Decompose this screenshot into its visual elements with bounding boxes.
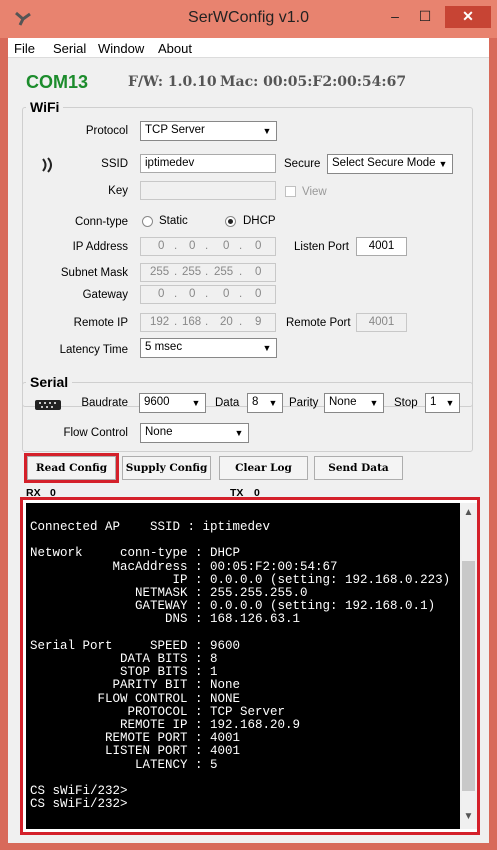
scroll-up-icon[interactable]: ▲ xyxy=(460,507,477,521)
console-line: IP : 0.0.0.0 (setting: 192.168.0.223) xyxy=(30,572,451,587)
conn-type-label: Conn-type xyxy=(74,216,128,228)
stop-bits-label: Stop xyxy=(394,397,418,409)
chevron-down-icon: ▼ xyxy=(234,428,244,438)
log-console-frame: Connected AP SSID : iptimedev Network con… xyxy=(20,497,480,835)
chevron-down-icon: ▼ xyxy=(438,159,448,169)
scroll-thumb[interactable] xyxy=(462,561,475,791)
scroll-down-icon[interactable]: ▼ xyxy=(460,811,477,825)
close-button[interactable]: ✕ xyxy=(445,6,491,28)
minimize-button[interactable]: – xyxy=(380,6,410,28)
gateway-label: Gateway xyxy=(82,289,128,301)
console-line: GATEWAY : 0.0.0.0 (setting: 192.168.0.1) xyxy=(30,599,436,614)
gateway-field[interactable]: 0. 0. 0. 0 xyxy=(140,285,276,304)
chevron-down-icon: ▼ xyxy=(369,398,379,408)
firmware-version: F/W: 1.0.10 xyxy=(128,74,217,90)
console-line: NETMASK : 255.255.255.0 xyxy=(30,586,308,600)
wifi-legend: WiFi xyxy=(26,99,64,115)
flow-control-select[interactable]: None ▼ xyxy=(140,423,249,443)
serial-port-icon xyxy=(35,400,61,410)
chevron-down-icon: ▼ xyxy=(191,398,201,408)
ssid-input[interactable]: iptimedev xyxy=(140,154,276,173)
menu-about[interactable]: About xyxy=(158,41,192,56)
remote-port-input[interactable]: 4001 xyxy=(356,313,407,332)
chevron-down-icon: ▼ xyxy=(445,398,455,408)
console-line: MacAddress : 00:05:F2:00:54:67 xyxy=(30,559,338,574)
console-line: DATA BITS : 8 xyxy=(30,652,218,666)
parity-select[interactable]: None ▼ xyxy=(324,393,384,413)
menu-bar: File Serial Window About xyxy=(8,38,489,58)
console-line: PROTOCOL : TCP Server xyxy=(30,704,286,719)
listen-port-input[interactable]: 4001 xyxy=(356,237,407,256)
key-label: Key xyxy=(108,185,128,197)
protocol-select[interactable]: TCP Server ▼ xyxy=(140,121,277,141)
console-line: FLOW CONTROL : NONE xyxy=(30,691,241,706)
baudrate-label: Baudrate xyxy=(81,397,128,409)
log-console[interactable]: Connected AP SSID : iptimedev Network con… xyxy=(26,503,460,829)
flow-control-label: Flow Control xyxy=(63,427,128,439)
app-window: SerWConfig v1.0 – ☐ ✕ File Serial Window… xyxy=(0,0,497,850)
data-bits-select[interactable]: 8 ▼ xyxy=(247,393,283,413)
chevron-down-icon: ▼ xyxy=(262,126,272,136)
subnet-mask-field[interactable]: 255. 255. 255. 0 xyxy=(140,263,276,282)
remote-port-label: Remote Port xyxy=(286,317,351,329)
console-line: Connected AP SSID : iptimedev xyxy=(30,520,271,534)
console-line: CS sWiFi/232> xyxy=(30,784,128,798)
client-area: File Serial Window About COM13 F/W: 1.0.… xyxy=(8,38,489,843)
console-line: REMOTE IP : 192.168.20.9 xyxy=(30,718,301,732)
data-bits-label: Data xyxy=(215,397,240,409)
static-radio[interactable] xyxy=(142,216,153,227)
parity-label: Parity xyxy=(289,397,319,409)
console-line: PARITY BIT : None xyxy=(30,678,241,693)
console-line: Serial Port SPEED : 9600 xyxy=(30,638,241,653)
maximize-button[interactable]: ☐ xyxy=(410,6,440,28)
subnet-mask-label: Subnet Mask xyxy=(60,267,128,279)
menu-file[interactable]: File xyxy=(14,41,35,56)
view-checkbox[interactable] xyxy=(285,186,296,197)
read-config-button[interactable]: Read Config xyxy=(24,453,119,483)
console-scrollbar[interactable]: ▲ ▼ xyxy=(460,503,477,829)
static-label: Static xyxy=(159,215,188,227)
ip-address-field[interactable]: 0. 0. 0. 0 xyxy=(140,237,276,256)
supply-config-button[interactable]: Supply Config xyxy=(122,456,211,480)
clear-log-button[interactable]: Clear Log xyxy=(219,456,308,480)
ip-address-label: IP Address xyxy=(72,241,128,253)
mac-address: Mac: 00:05:F2:00:54:67 xyxy=(220,74,407,90)
listen-port-label: Listen Port xyxy=(294,241,349,253)
secure-mode-select[interactable]: Select Secure Mode ▼ xyxy=(327,154,453,174)
wifi-group xyxy=(22,107,473,407)
dhcp-radio[interactable] xyxy=(225,216,236,227)
chevron-down-icon: ▼ xyxy=(262,343,272,353)
console-line: REMOTE PORT : 4001 xyxy=(30,731,241,746)
console-line: LATENCY : 5 xyxy=(30,757,218,772)
console-line: DNS : 168.126.63.1 xyxy=(30,612,301,627)
menu-serial[interactable]: Serial xyxy=(53,41,86,56)
secure-label: Secure xyxy=(284,158,321,170)
view-label: View xyxy=(302,186,327,198)
chevron-down-icon: ▼ xyxy=(268,398,278,408)
baudrate-select[interactable]: 9600 ▼ xyxy=(139,393,206,413)
latency-select[interactable]: 5 msec ▼ xyxy=(140,338,277,358)
com-port: COM13 xyxy=(26,72,89,92)
latency-label: Latency Time xyxy=(59,344,128,356)
serial-legend: Serial xyxy=(26,374,73,390)
console-line: CS sWiFi/232> xyxy=(30,797,128,812)
remote-ip-field[interactable]: 192. 168. 20. 9 xyxy=(140,313,276,332)
remote-ip-label: Remote IP xyxy=(73,317,128,329)
console-line: Network conn-type : DHCP xyxy=(30,546,241,561)
dhcp-label: DHCP xyxy=(243,215,276,227)
console-line: STOP BITS : 1 xyxy=(30,665,218,680)
key-input[interactable] xyxy=(140,181,276,200)
protocol-label: Protocol xyxy=(85,125,128,137)
stop-bits-select[interactable]: 1 ▼ xyxy=(425,393,460,413)
console-line: LISTEN PORT : 4001 xyxy=(30,744,241,759)
ssid-label: SSID xyxy=(101,158,128,170)
send-data-button[interactable]: Send Data xyxy=(314,456,403,480)
menu-window[interactable]: Window xyxy=(98,41,144,56)
title-bar[interactable]: SerWConfig v1.0 – ☐ ✕ xyxy=(0,0,497,38)
